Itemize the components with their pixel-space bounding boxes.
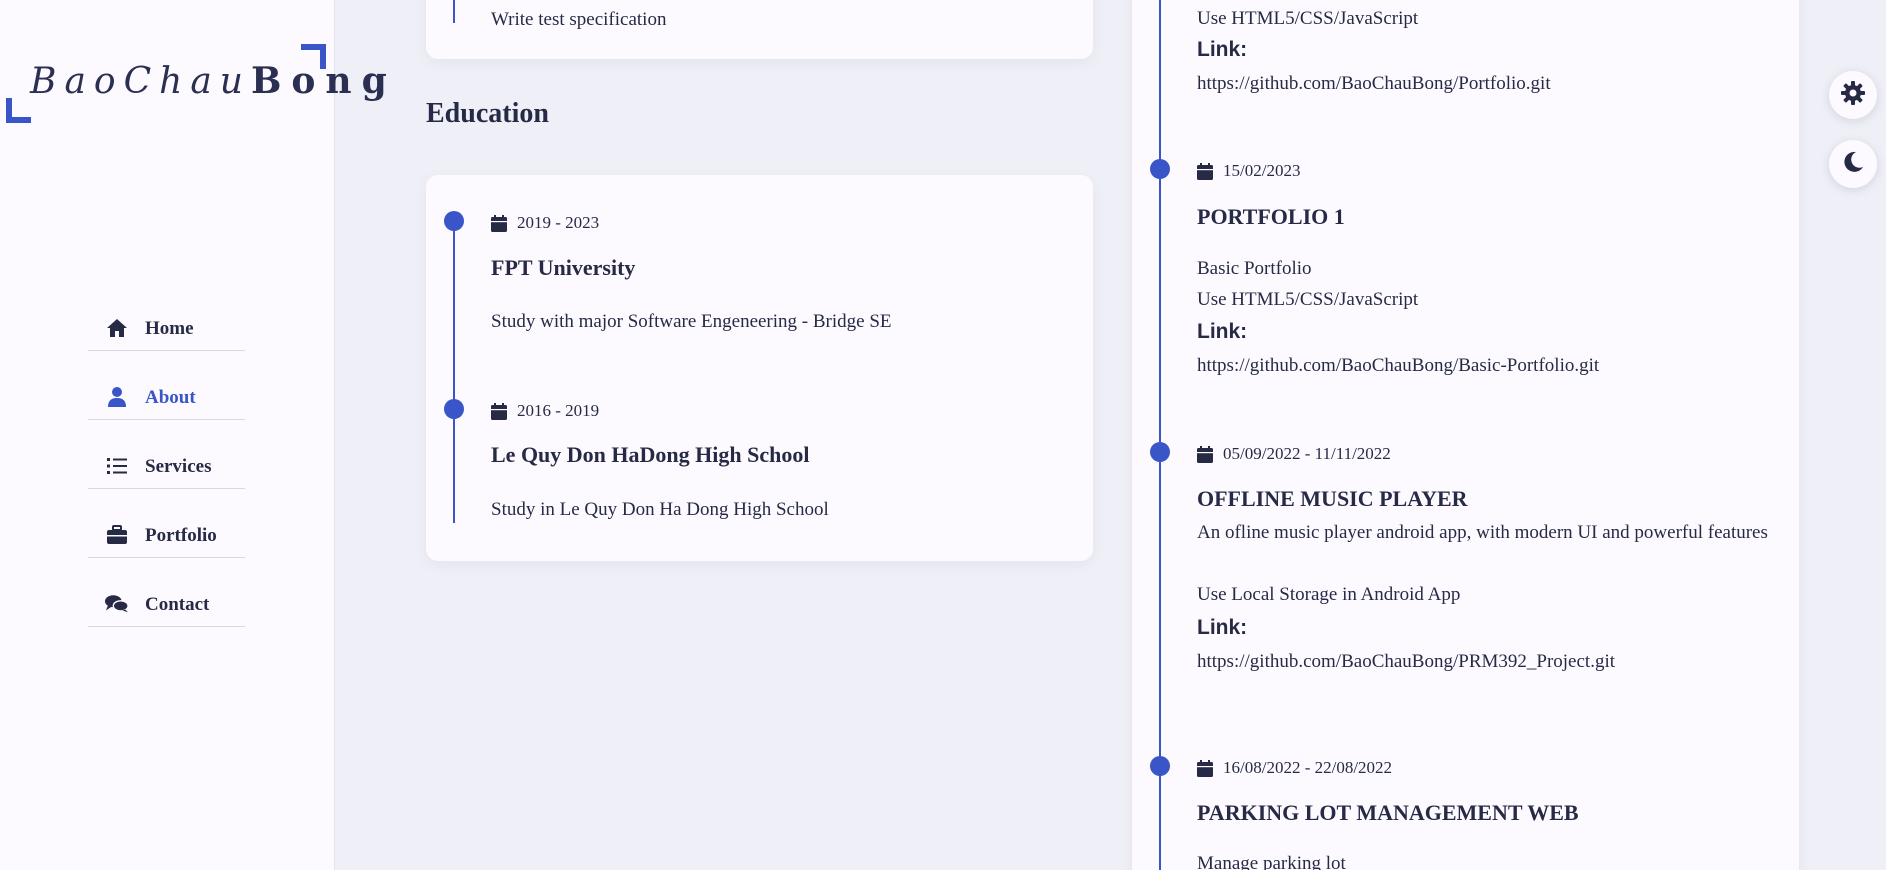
- project-tech: Use HTML5/CSS/JavaScript: [1197, 289, 1419, 310]
- nav-item-contact[interactable]: Contact: [88, 558, 245, 627]
- moon-icon: [1841, 150, 1865, 179]
- project-link[interactable]: https://github.com/BaoChauBong/Portfolio…: [1197, 73, 1551, 95]
- logo-script: BaoChau: [30, 61, 251, 102]
- link-label: Link:: [1197, 320, 1248, 343]
- experience-card-partial: Write test specification: [426, 0, 1093, 59]
- project-link[interactable]: https://github.com/BaoChauBong/Basic-Por…: [1197, 355, 1599, 377]
- link-label: Link:: [1197, 616, 1248, 639]
- experience-desc: Write test specification: [491, 9, 667, 30]
- timeline-dot: [444, 211, 464, 231]
- education-title: Le Quy Don HaDong High School: [491, 442, 810, 467]
- section-title-education: Education: [426, 98, 549, 129]
- project-desc: Manage parking lot: [1197, 853, 1346, 870]
- nav-label-about: About: [145, 387, 196, 408]
- projects-card: Use HTML5/CSS/JavaScript Link: https://g…: [1132, 0, 1799, 870]
- list-icon: [105, 454, 129, 478]
- calendar-icon: [491, 214, 507, 232]
- calendar-icon: [1197, 445, 1213, 463]
- education-date: 2019 - 2023: [491, 213, 599, 233]
- nav-item-services[interactable]: Services: [88, 420, 245, 489]
- home-icon: [105, 316, 129, 340]
- project-date: 15/02/2023: [1197, 161, 1300, 181]
- date-text: 15/02/2023: [1223, 161, 1301, 180]
- project-desc: Basic Portfolio: [1197, 258, 1312, 279]
- timeline-dot: [1150, 442, 1170, 462]
- calendar-icon: [1197, 162, 1213, 180]
- project-date: 05/09/2022 - 11/11/2022: [1197, 444, 1391, 464]
- nav-label-home: Home: [145, 318, 194, 339]
- comments-icon: [105, 592, 129, 616]
- project-date: 16/08/2022 - 22/08/2022: [1197, 758, 1392, 778]
- project-desc: An ofline music player android app, with…: [1197, 522, 1768, 543]
- logo-bold: Bong: [250, 60, 397, 102]
- timeline-dot: [1150, 756, 1170, 776]
- education-date: 2016 - 2019: [491, 401, 599, 421]
- project-title: PORTFOLIO 1: [1197, 204, 1345, 229]
- date-text: 2019 - 2023: [517, 213, 600, 232]
- settings-button[interactable]: [1829, 71, 1877, 119]
- education-desc: Study in Le Quy Don Ha Dong High School: [491, 499, 829, 520]
- project-title: PARKING LOT MANAGEMENT WEB: [1197, 800, 1579, 825]
- nav-item-home[interactable]: Home: [88, 282, 245, 351]
- date-text: 2016 - 2019: [517, 401, 600, 420]
- logo[interactable]: BaoChauBong: [30, 60, 397, 102]
- project-tech: Use HTML5/CSS/JavaScript: [1197, 8, 1419, 29]
- timeline-dot: [444, 399, 464, 419]
- timeline-line: [453, 219, 455, 523]
- calendar-icon: [491, 402, 507, 420]
- project-link[interactable]: https://github.com/BaoChauBong/PRM392_Pr…: [1197, 651, 1615, 673]
- logo-corner-bottom-left: [6, 98, 31, 123]
- theme-toggle-button[interactable]: [1829, 140, 1877, 188]
- briefcase-icon: [105, 523, 129, 547]
- timeline-line: [1159, 0, 1161, 870]
- date-text: 16/08/2022 - 22/08/2022: [1223, 758, 1393, 777]
- user-icon: [105, 385, 129, 409]
- link-label: Link:: [1197, 38, 1248, 61]
- date-text: 05/09/2022 - 11/11/2022: [1223, 444, 1391, 463]
- education-desc: Study with major Software Engeneering - …: [491, 311, 892, 332]
- project-tech: Use Local Storage in Android App: [1197, 584, 1461, 605]
- timeline-dot: [1150, 159, 1170, 179]
- nav-label-portfolio: Portfolio: [145, 525, 217, 546]
- gear-icon: [1840, 80, 1866, 111]
- nav-label-contact: Contact: [145, 594, 210, 615]
- sidebar: BaoChauBong Home About Services Portfoli…: [0, 0, 387, 870]
- nav-label-services: Services: [145, 456, 212, 477]
- project-title: OFFLINE MUSIC PLAYER: [1197, 486, 1468, 511]
- main-nav: Home About Services Portfolio Contact: [88, 282, 245, 627]
- calendar-icon: [1197, 759, 1213, 777]
- timeline-line: [453, 0, 455, 23]
- nav-item-portfolio[interactable]: Portfolio: [88, 489, 245, 558]
- education-title: FPT University: [491, 255, 636, 280]
- nav-item-about[interactable]: About: [88, 351, 245, 420]
- education-card: 2019 - 2023 FPT University Study with ma…: [426, 175, 1093, 561]
